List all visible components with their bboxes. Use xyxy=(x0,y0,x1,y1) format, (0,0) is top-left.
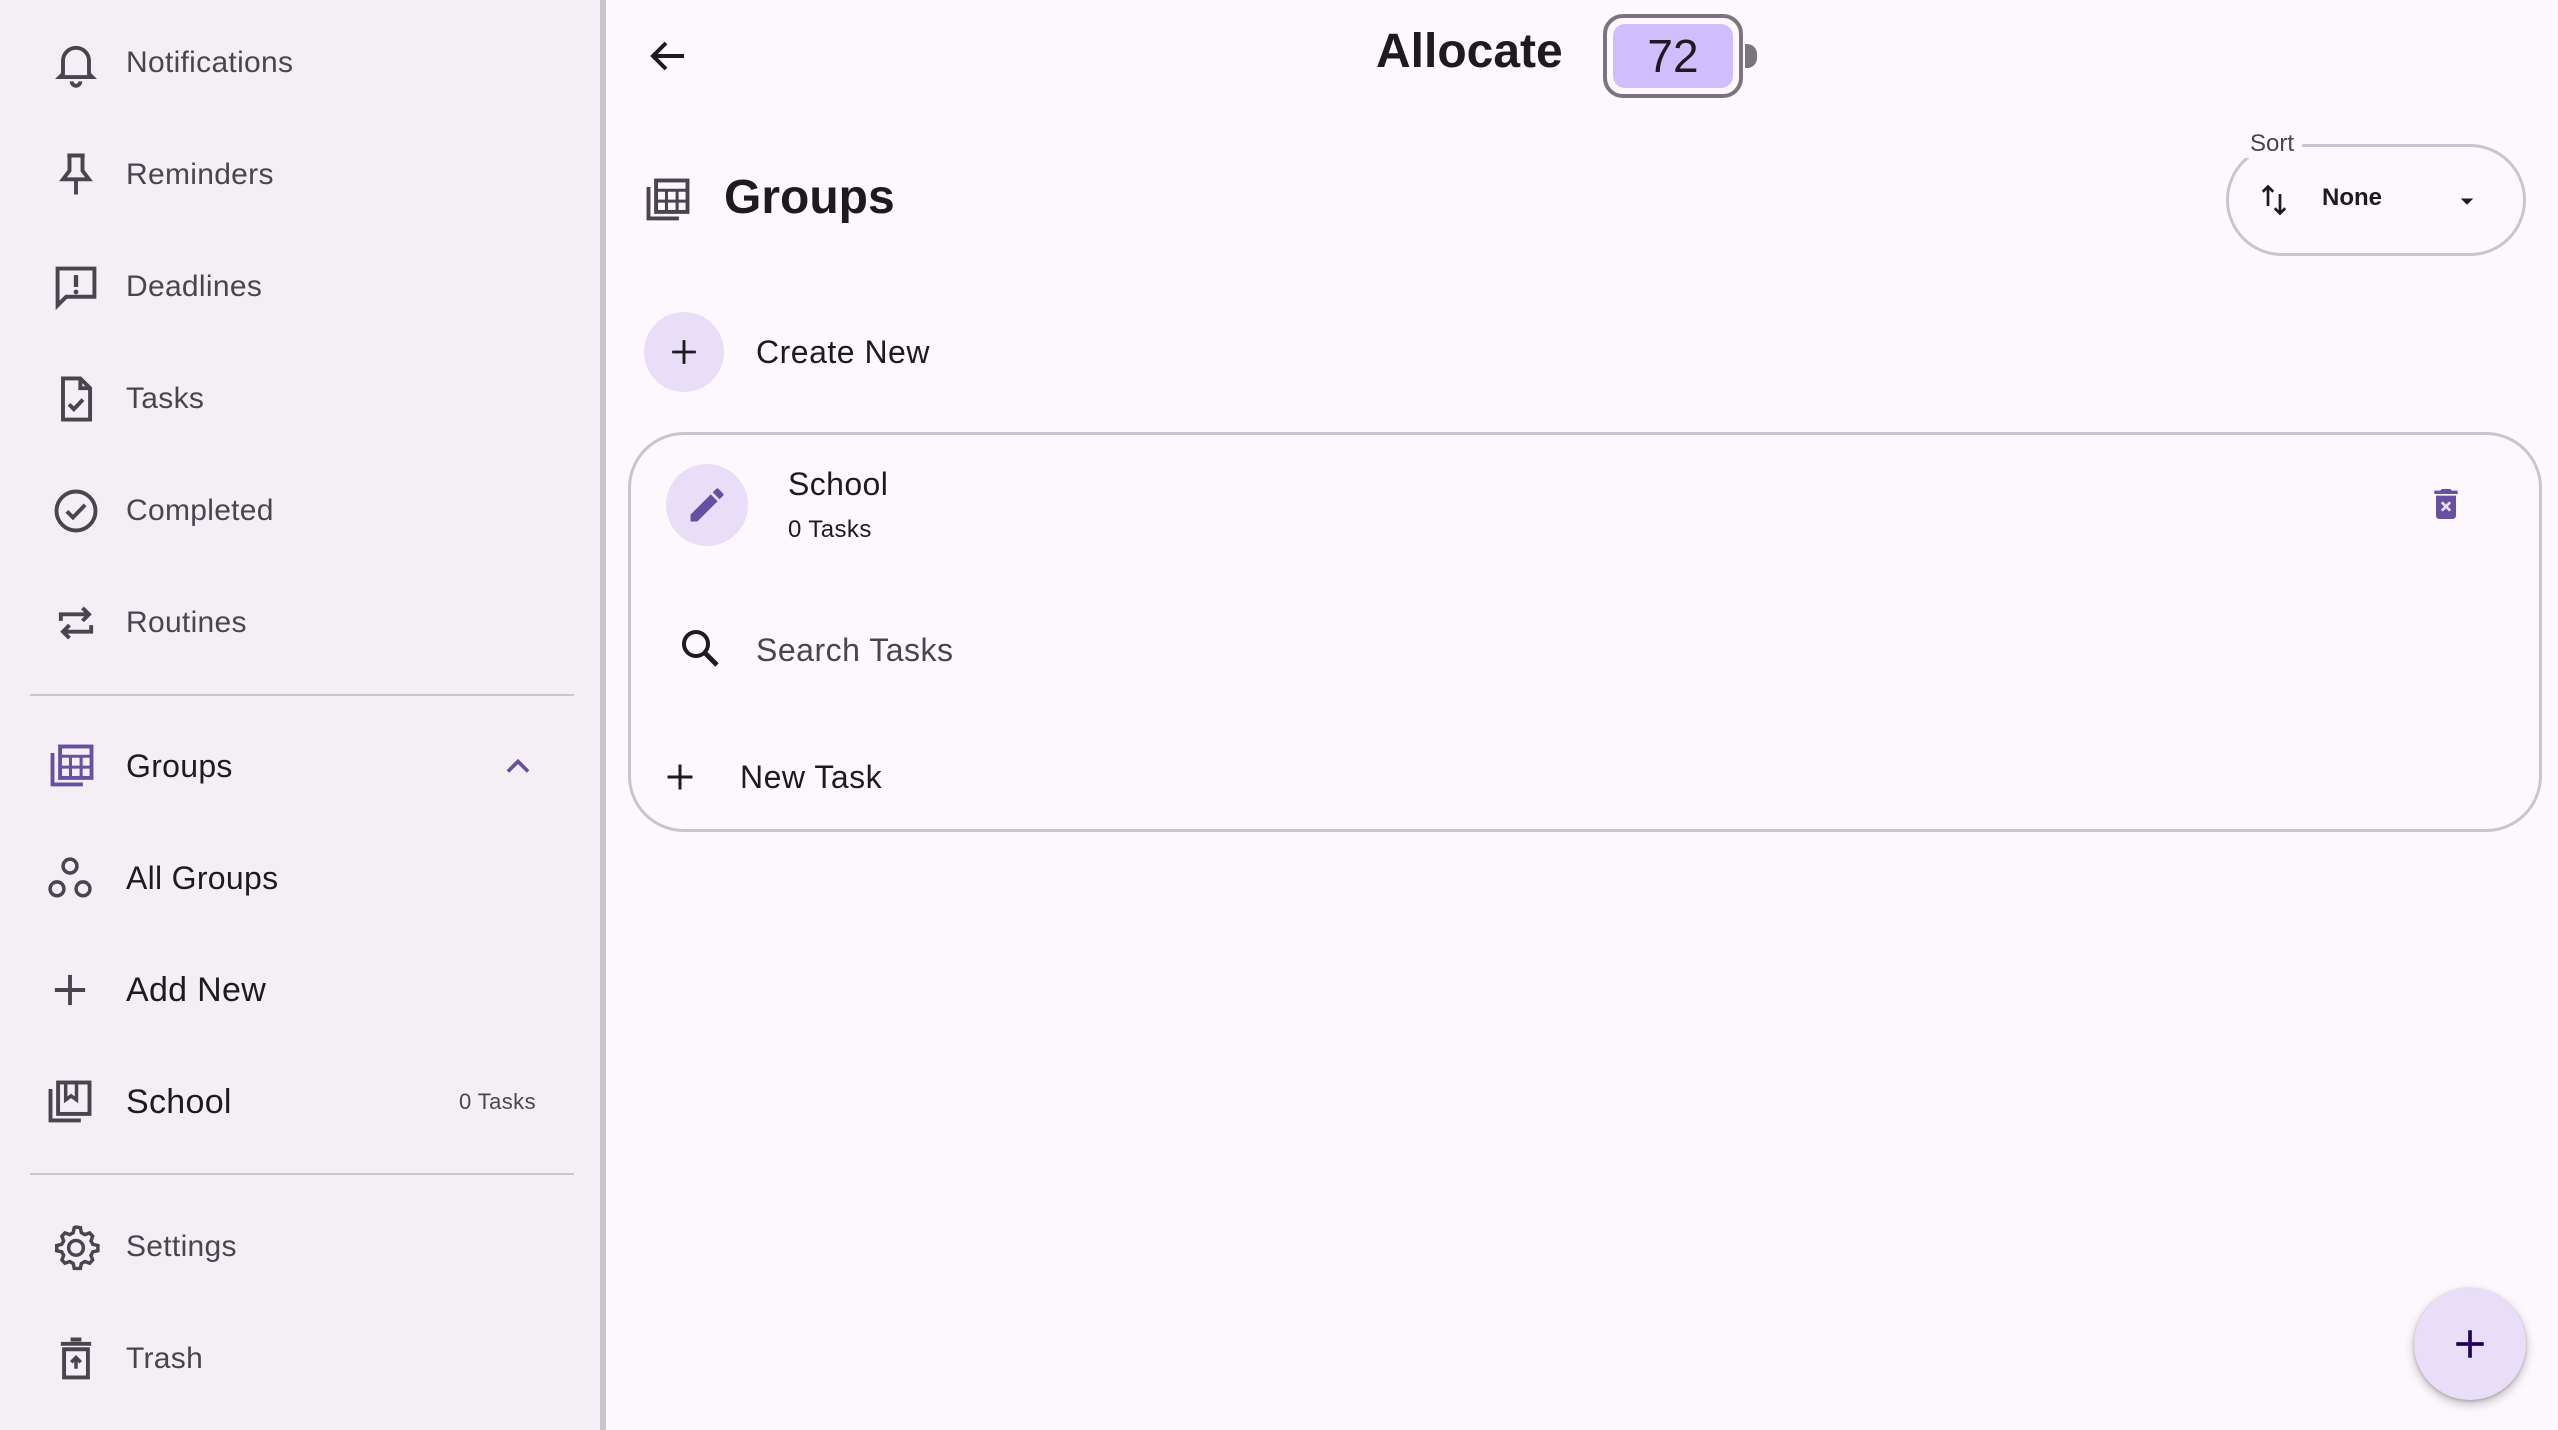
task-file-icon xyxy=(50,373,102,425)
sidebar-item-label: Notifications xyxy=(126,46,294,79)
sidebar-item-notifications[interactable]: Notifications xyxy=(0,13,600,113)
caret-down-icon[interactable] xyxy=(2452,186,2482,216)
gear-icon xyxy=(50,1221,102,1273)
sidebar-item-label: Tasks xyxy=(126,382,205,415)
sort-label: Sort xyxy=(2242,130,2303,158)
groups-stack-icon xyxy=(46,740,98,792)
group-name[interactable]: School xyxy=(788,466,888,503)
chevron-up-icon[interactable] xyxy=(496,744,540,788)
trash-icon xyxy=(50,1333,102,1385)
delete-forever-icon xyxy=(2434,489,2458,519)
plus-icon xyxy=(2456,1330,2484,1358)
repeat-icon xyxy=(50,597,102,649)
bell-icon xyxy=(50,37,102,89)
create-new-circle[interactable] xyxy=(644,312,724,392)
back-button[interactable] xyxy=(640,28,696,84)
pencil-icon xyxy=(690,488,724,522)
group-task-count: 0 Tasks xyxy=(788,516,872,543)
create-new-label: Create New xyxy=(756,333,930,370)
sidebar-item-label: Deadlines xyxy=(126,270,263,303)
battery-tip xyxy=(1745,44,1757,68)
sidebar-item-school[interactable]: School 0 Tasks xyxy=(0,1052,600,1152)
energy-battery[interactable]: 72 xyxy=(1603,14,1757,98)
sidebar-item-routines[interactable]: Routines xyxy=(0,573,600,673)
sidebar-item-label: Reminders xyxy=(126,158,274,191)
sidebar-item-settings[interactable]: Settings xyxy=(0,1197,600,1297)
sidebar-item-label: Settings xyxy=(126,1230,237,1263)
edit-group-button[interactable] xyxy=(666,464,748,546)
sidebar-item-label: Completed xyxy=(126,494,274,527)
sidebar-item-label: Routines xyxy=(126,606,247,639)
page-title: Groups xyxy=(724,171,895,224)
bubbles-icon xyxy=(44,852,96,904)
sidebar-divider xyxy=(30,694,574,696)
arrow-back-icon xyxy=(650,41,684,71)
create-new-button[interactable]: Create New xyxy=(644,312,929,392)
sidebar-divider xyxy=(30,1173,574,1175)
search-tasks-input[interactable] xyxy=(740,614,1940,686)
plus-icon xyxy=(672,340,696,364)
app-title: Allocate xyxy=(1376,25,1563,78)
swap-vert-icon xyxy=(2261,184,2287,216)
sidebar-item-tasks[interactable]: Tasks xyxy=(0,349,600,449)
sidebar-item-deadlines[interactable]: Deadlines xyxy=(0,237,600,337)
sidebar-item-all-groups[interactable]: All Groups xyxy=(0,828,600,928)
sidebar-item-label: School xyxy=(126,1082,232,1121)
new-task-button[interactable]: New Task xyxy=(660,742,882,812)
groups-stack-icon xyxy=(646,178,690,221)
task-count-badge: 0 Tasks xyxy=(459,1089,536,1114)
sidebar-item-reminders[interactable]: Reminders xyxy=(0,125,600,225)
pin-icon xyxy=(50,149,102,201)
sidebar-item-add-new[interactable]: Add New xyxy=(0,940,600,1040)
sidebar-item-label: Trash xyxy=(126,1342,204,1375)
sidebar-item-label: All Groups xyxy=(126,859,279,896)
check-circle-icon xyxy=(50,485,102,537)
sidebar-item-label: Groups xyxy=(126,747,233,784)
plus-icon xyxy=(44,964,96,1016)
sort-value: None xyxy=(2322,184,2382,211)
app-window: Notifications Reminders Deadlines Tasks xyxy=(0,0,2558,1430)
library-books-icon xyxy=(44,1076,96,1128)
navigation-drawer: Notifications Reminders Deadlines Tasks xyxy=(0,0,606,1430)
sidebar-item-groups[interactable]: Groups xyxy=(0,716,600,816)
plus-icon xyxy=(667,764,693,790)
search-icon xyxy=(682,630,719,667)
delete-group-button[interactable] xyxy=(2420,478,2472,530)
sidebar-item-label: Add New xyxy=(126,970,267,1009)
sidebar-item-completed[interactable]: Completed xyxy=(0,461,600,561)
new-task-label: New Task xyxy=(740,758,883,795)
add-fab-button[interactable] xyxy=(2414,1288,2526,1400)
sidebar-item-trash[interactable]: Trash xyxy=(0,1309,600,1409)
battery-value: 72 xyxy=(1647,30,1699,82)
feedback-icon xyxy=(50,261,102,313)
